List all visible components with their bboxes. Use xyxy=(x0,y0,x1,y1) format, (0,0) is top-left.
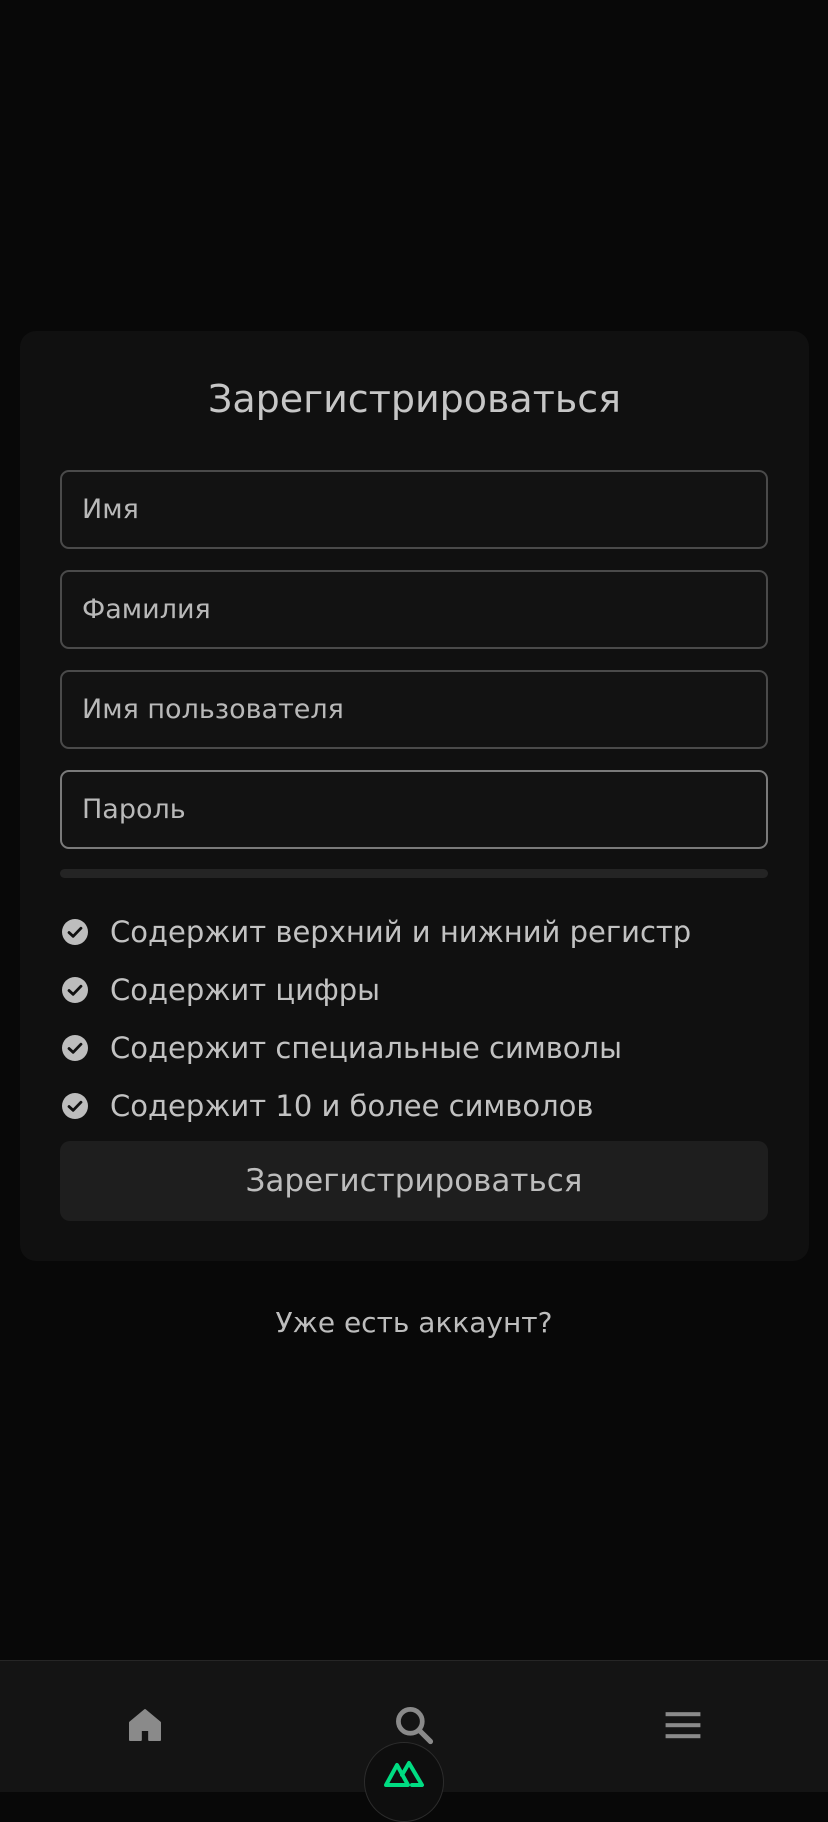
password-input[interactable] xyxy=(60,770,768,849)
check-circle-icon xyxy=(62,1035,88,1061)
requirement-item: Содержит верхний и нижний регистр xyxy=(60,903,768,961)
requirement-item: Содержит специальные символы xyxy=(60,1019,768,1077)
requirement-label: Содержит специальные символы xyxy=(110,1031,622,1065)
requirement-label: Содержит верхний и нижний регистр xyxy=(110,915,692,949)
first-name-input[interactable] xyxy=(60,470,768,549)
requirement-item: Содержит 10 и более символов xyxy=(60,1077,768,1135)
nav-menu-button[interactable] xyxy=(653,1695,713,1755)
check-circle-icon xyxy=(62,977,88,1003)
register-card: Зарегистрироваться Содержит верхний и ни… xyxy=(20,331,809,1261)
nuxt-logo-icon xyxy=(384,1761,424,1787)
username-input[interactable] xyxy=(60,670,768,749)
check-circle-icon xyxy=(62,919,88,945)
password-strength-bar xyxy=(60,869,768,878)
nav-home-button[interactable] xyxy=(115,1695,175,1755)
last-name-input[interactable] xyxy=(60,570,768,649)
menu-icon xyxy=(665,1712,701,1739)
requirement-item: Содержит цифры xyxy=(60,961,768,1019)
requirement-label: Содержит цифры xyxy=(110,973,381,1007)
login-link[interactable]: Уже есть аккаунт? xyxy=(0,1306,828,1339)
page-title: Зарегистрироваться xyxy=(208,377,621,421)
search-icon xyxy=(396,1707,434,1745)
register-button[interactable]: Зарегистрироваться xyxy=(60,1141,768,1221)
password-requirements: Содержит верхний и нижний регистр Содерж… xyxy=(60,903,768,1135)
nuxt-fab-button[interactable] xyxy=(364,1742,444,1822)
home-icon xyxy=(129,1709,161,1741)
requirement-label: Содержит 10 и более символов xyxy=(110,1089,594,1123)
check-circle-icon xyxy=(62,1093,88,1119)
